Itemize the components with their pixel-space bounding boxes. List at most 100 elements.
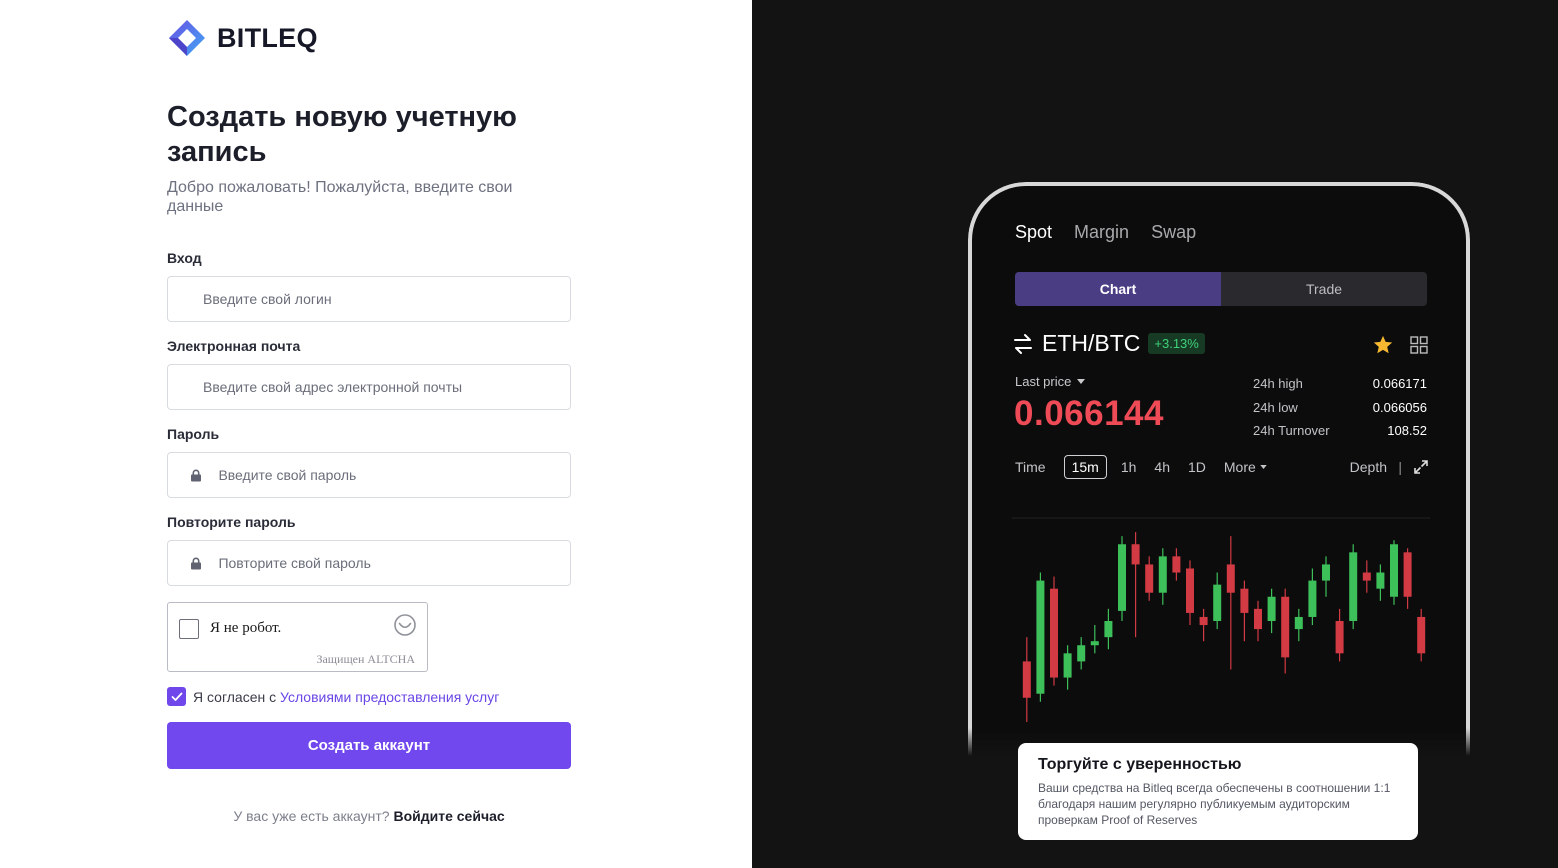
- candle-body: [1226, 564, 1235, 593]
- email-input[interactable]: [168, 365, 570, 409]
- registration-panel: BITLEQ Создать новую учетную запись Добр…: [0, 0, 752, 868]
- promo-card: Торгуйте с уверенностью Ваши средства на…: [1018, 743, 1418, 840]
- candle-body: [1104, 621, 1113, 638]
- stat-value: 0.066171: [1372, 376, 1427, 392]
- candle: [1349, 544, 1358, 630]
- candle-body: [1077, 645, 1086, 662]
- candle-body: [1294, 616, 1303, 630]
- candle-body: [1036, 580, 1045, 694]
- candle-body: [1390, 544, 1398, 597]
- bitleq-logo-icon: [169, 20, 205, 56]
- candle: [1417, 608, 1426, 662]
- candle-body: [1145, 564, 1154, 593]
- check-icon: [171, 692, 182, 701]
- tab-margin: Margin: [1074, 222, 1130, 242]
- password-input[interactable]: [204, 453, 570, 497]
- candle-body: [1417, 616, 1426, 654]
- email-field[interactable]: [167, 364, 571, 410]
- candle-body: [1281, 596, 1290, 658]
- stat-label: 24h high: [1253, 376, 1303, 392]
- timeframe-bar: Time 15m 1h 4h 1D More Depth |: [1015, 454, 1429, 480]
- terms-link[interactable]: Условиями предоставления услуг: [280, 689, 499, 705]
- candle-body: [1376, 572, 1385, 589]
- altcha-logo-icon: [394, 614, 416, 636]
- segment-chart: Chart: [1015, 272, 1221, 306]
- candle: [1118, 536, 1126, 621]
- candle: [1322, 556, 1330, 597]
- candle: [1362, 560, 1371, 593]
- repeat-password-input[interactable]: [204, 541, 570, 585]
- candle-body: [1131, 544, 1140, 565]
- candle: [1390, 540, 1398, 605]
- create-account-button[interactable]: Создать аккаунт: [167, 722, 571, 769]
- segment-trade: Trade: [1305, 281, 1343, 297]
- trading-pair: ETH/BTC +3.13%: [1012, 330, 1205, 357]
- candle: [1022, 637, 1031, 722]
- login-prompt: У вас уже есть аккаунт? Войдите сейчас: [167, 808, 571, 824]
- candle-body: [1050, 588, 1058, 678]
- candle: [1050, 576, 1058, 686]
- candle: [1267, 588, 1276, 634]
- candle-body: [1118, 544, 1126, 611]
- candle-body: [1090, 641, 1099, 646]
- swap-arrows-icon: [1014, 333, 1032, 354]
- tab-swap: Swap: [1151, 222, 1197, 242]
- stat-24h-turnover: 24h Turnover 108.52: [1253, 419, 1427, 443]
- captcha-widget: Я не робот. Защищен ALTCHA: [167, 602, 428, 672]
- candle: [1036, 572, 1045, 702]
- repeat-password-label: Повторите пароль: [167, 514, 296, 530]
- candle-body: [1213, 584, 1222, 621]
- candle-body: [1172, 556, 1181, 573]
- login-field[interactable]: [167, 276, 571, 322]
- price-stats: 24h high 0.066171 24h low 0.066056 24h T…: [1253, 372, 1427, 443]
- candle: [1199, 608, 1208, 642]
- captcha-checkbox[interactable]: [179, 619, 199, 639]
- pair-name: ETH/BTC: [1042, 330, 1141, 356]
- candle: [1063, 645, 1072, 690]
- terms-prefix: Я согласен с: [193, 688, 280, 705]
- captcha-footer: Защищен ALTCHA: [316, 652, 415, 666]
- brand-logo[interactable]: BITLEQ: [167, 18, 318, 58]
- candle: [1294, 608, 1303, 642]
- stat-label: 24h Turnover: [1253, 423, 1330, 439]
- time-label: Time: [1015, 459, 1046, 475]
- stat-value: 0.066056: [1372, 399, 1427, 415]
- candle: [1145, 556, 1154, 601]
- candle: [1226, 536, 1235, 670]
- page-subtitle: Добро пожаловать! Пожалуйста, введите св…: [167, 179, 513, 215]
- candle: [1376, 564, 1385, 601]
- stat-24h-low: 24h low 0.066056: [1253, 396, 1427, 420]
- last-price-label-text: Last price: [1015, 374, 1072, 389]
- star-icon: [1373, 335, 1393, 354]
- timeframe-1d: 1D: [1187, 459, 1206, 475]
- promo-card-text: Ваши средства на Bitleq всегда обеспечен…: [1038, 781, 1391, 827]
- candle-body: [1199, 616, 1208, 626]
- pair-change-badge: +3.13%: [1148, 333, 1205, 354]
- candle: [1131, 532, 1140, 638]
- candle-body: [1158, 556, 1167, 593]
- page-title: Создать новую учетную запись: [167, 101, 517, 168]
- password-field[interactable]: [167, 452, 571, 498]
- login-link[interactable]: Войдите сейчас: [393, 808, 504, 824]
- email-label: Электронная почта: [167, 338, 301, 354]
- terms-agreement: Я согласен с Условиями предоставления ус…: [167, 687, 499, 706]
- candle: [1254, 600, 1262, 642]
- candle-body: [1254, 608, 1262, 630]
- candle: [1172, 548, 1181, 581]
- candle: [1186, 560, 1194, 626]
- caret-down-icon: [1077, 379, 1086, 384]
- login-label: Вход: [167, 250, 202, 266]
- repeat-password-field[interactable]: [167, 540, 571, 586]
- last-price-label: Last price: [1015, 374, 1086, 389]
- lock-icon: [168, 541, 204, 585]
- lock-icon: [168, 453, 204, 497]
- candle-body: [1335, 621, 1344, 654]
- terms-checkbox[interactable]: [167, 687, 186, 706]
- timeframe-more: More: [1224, 459, 1267, 475]
- promo-card-title: Торгуйте с уверенностью: [1038, 756, 1242, 773]
- view-segment: Chart Trade: [1015, 272, 1427, 306]
- tab-spot: Spot: [1015, 222, 1053, 242]
- timeframe-4h: 4h: [1154, 459, 1170, 475]
- login-input[interactable]: [168, 277, 570, 321]
- divider: |: [1398, 459, 1402, 475]
